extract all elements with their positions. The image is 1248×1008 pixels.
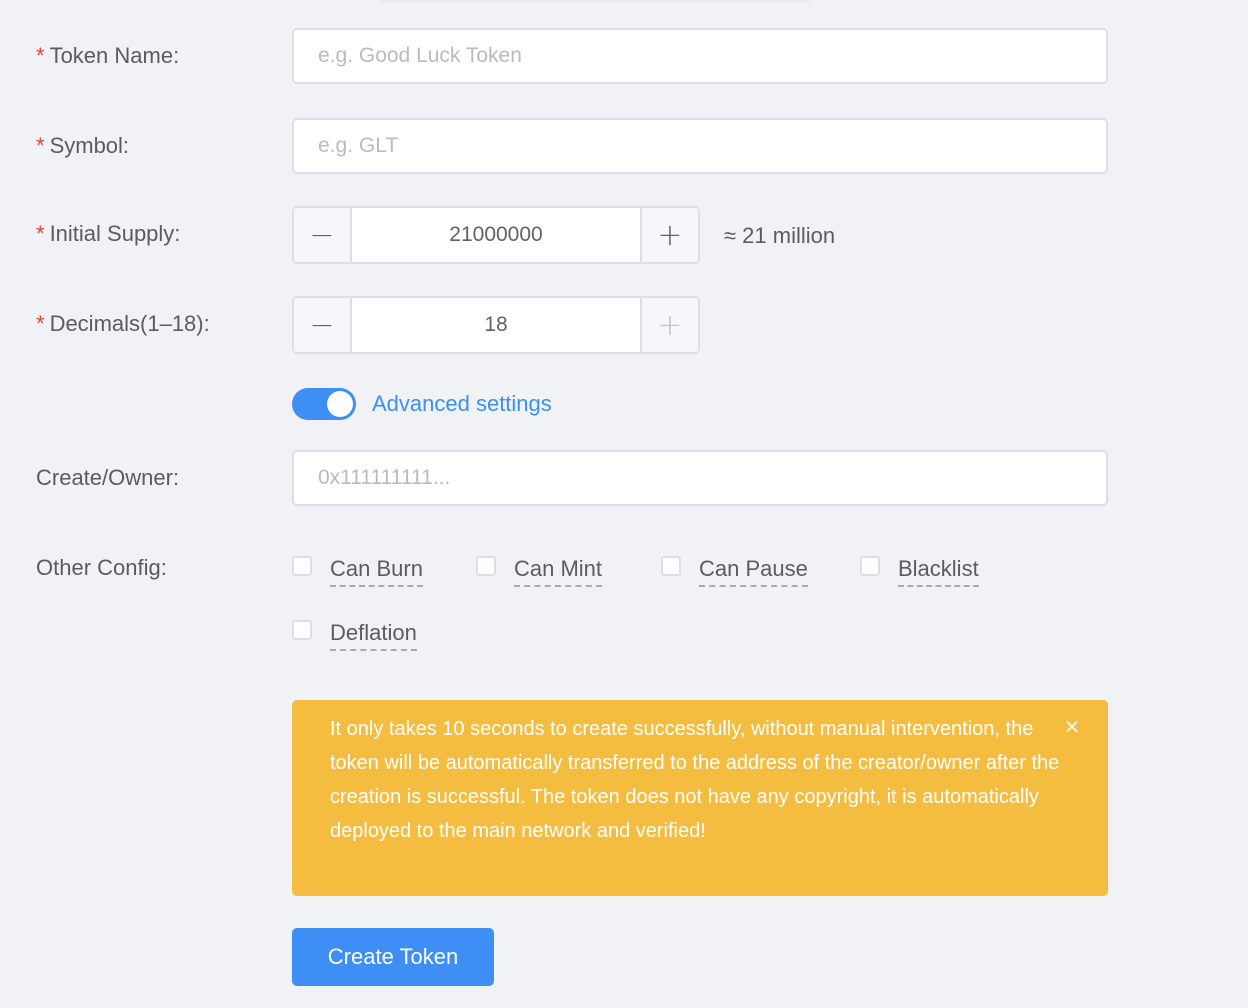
decimals-label: * Decimals(1–18): [36,310,210,338]
can-pause-label[interactable]: Can Pause [699,555,808,587]
symbol-input[interactable] [292,118,1108,174]
initial-supply-label: * Initial Supply: [36,220,180,248]
checkbox-box[interactable] [860,556,880,576]
advanced-settings-toggle[interactable] [292,388,356,420]
symbol-label: * Symbol: [36,132,129,160]
required-mark: * [36,221,45,246]
deflation-checkbox[interactable]: Deflation [292,619,417,651]
checkbox-box[interactable] [292,556,312,576]
can-mint-checkbox[interactable]: Can Mint [476,555,603,587]
decimals-stepper: − + [292,296,700,354]
top-divider [380,0,810,4]
create-token-button[interactable]: Create Token [292,928,494,986]
initial-supply-increment-button[interactable]: + [640,208,698,262]
can-burn-checkbox[interactable]: Can Burn [292,555,423,587]
can-pause-checkbox[interactable]: Can Pause [661,555,808,587]
required-mark: * [36,311,45,336]
decimals-increment-button[interactable]: + [640,298,698,352]
decimals-decrement-button[interactable]: − [294,298,352,352]
initial-supply-stepper: − + [292,206,700,264]
checkbox-box[interactable] [292,620,312,640]
token-name-label: * Token Name: [36,42,179,70]
symbol-label-text: Symbol: [49,133,130,158]
token-name-input[interactable] [292,28,1108,84]
close-icon[interactable]: × [1062,714,1082,738]
required-mark: * [36,133,45,158]
decimals-input[interactable] [352,298,640,352]
advanced-settings-label[interactable]: Advanced settings [372,390,552,418]
other-config-label: Other Config: [36,555,167,580]
toggle-knob [327,391,353,417]
initial-supply-label-text: Initial Supply: [49,221,181,246]
checkbox-box[interactable] [476,556,496,576]
alert-message: It only takes 10 seconds to create succe… [330,718,1060,842]
initial-supply-approx-text: ≈ 21 million [724,223,836,248]
owner-label: Create/Owner: [36,465,180,490]
blacklist-label[interactable]: Blacklist [898,555,979,587]
can-burn-label[interactable]: Can Burn [330,555,423,587]
initial-supply-decrement-button[interactable]: − [294,208,352,262]
can-mint-label[interactable]: Can Mint [514,555,603,587]
initial-supply-input[interactable] [352,208,640,262]
checkbox-box[interactable] [661,556,681,576]
decimals-label-text: Decimals(1–18): [49,311,210,336]
required-mark: * [36,43,45,68]
token-name-label-text: Token Name: [49,43,180,68]
info-alert: It only takes 10 seconds to create succe… [292,700,1108,896]
blacklist-checkbox[interactable]: Blacklist [860,555,979,587]
owner-address-input[interactable] [292,450,1108,506]
deflation-label[interactable]: Deflation [330,619,417,651]
